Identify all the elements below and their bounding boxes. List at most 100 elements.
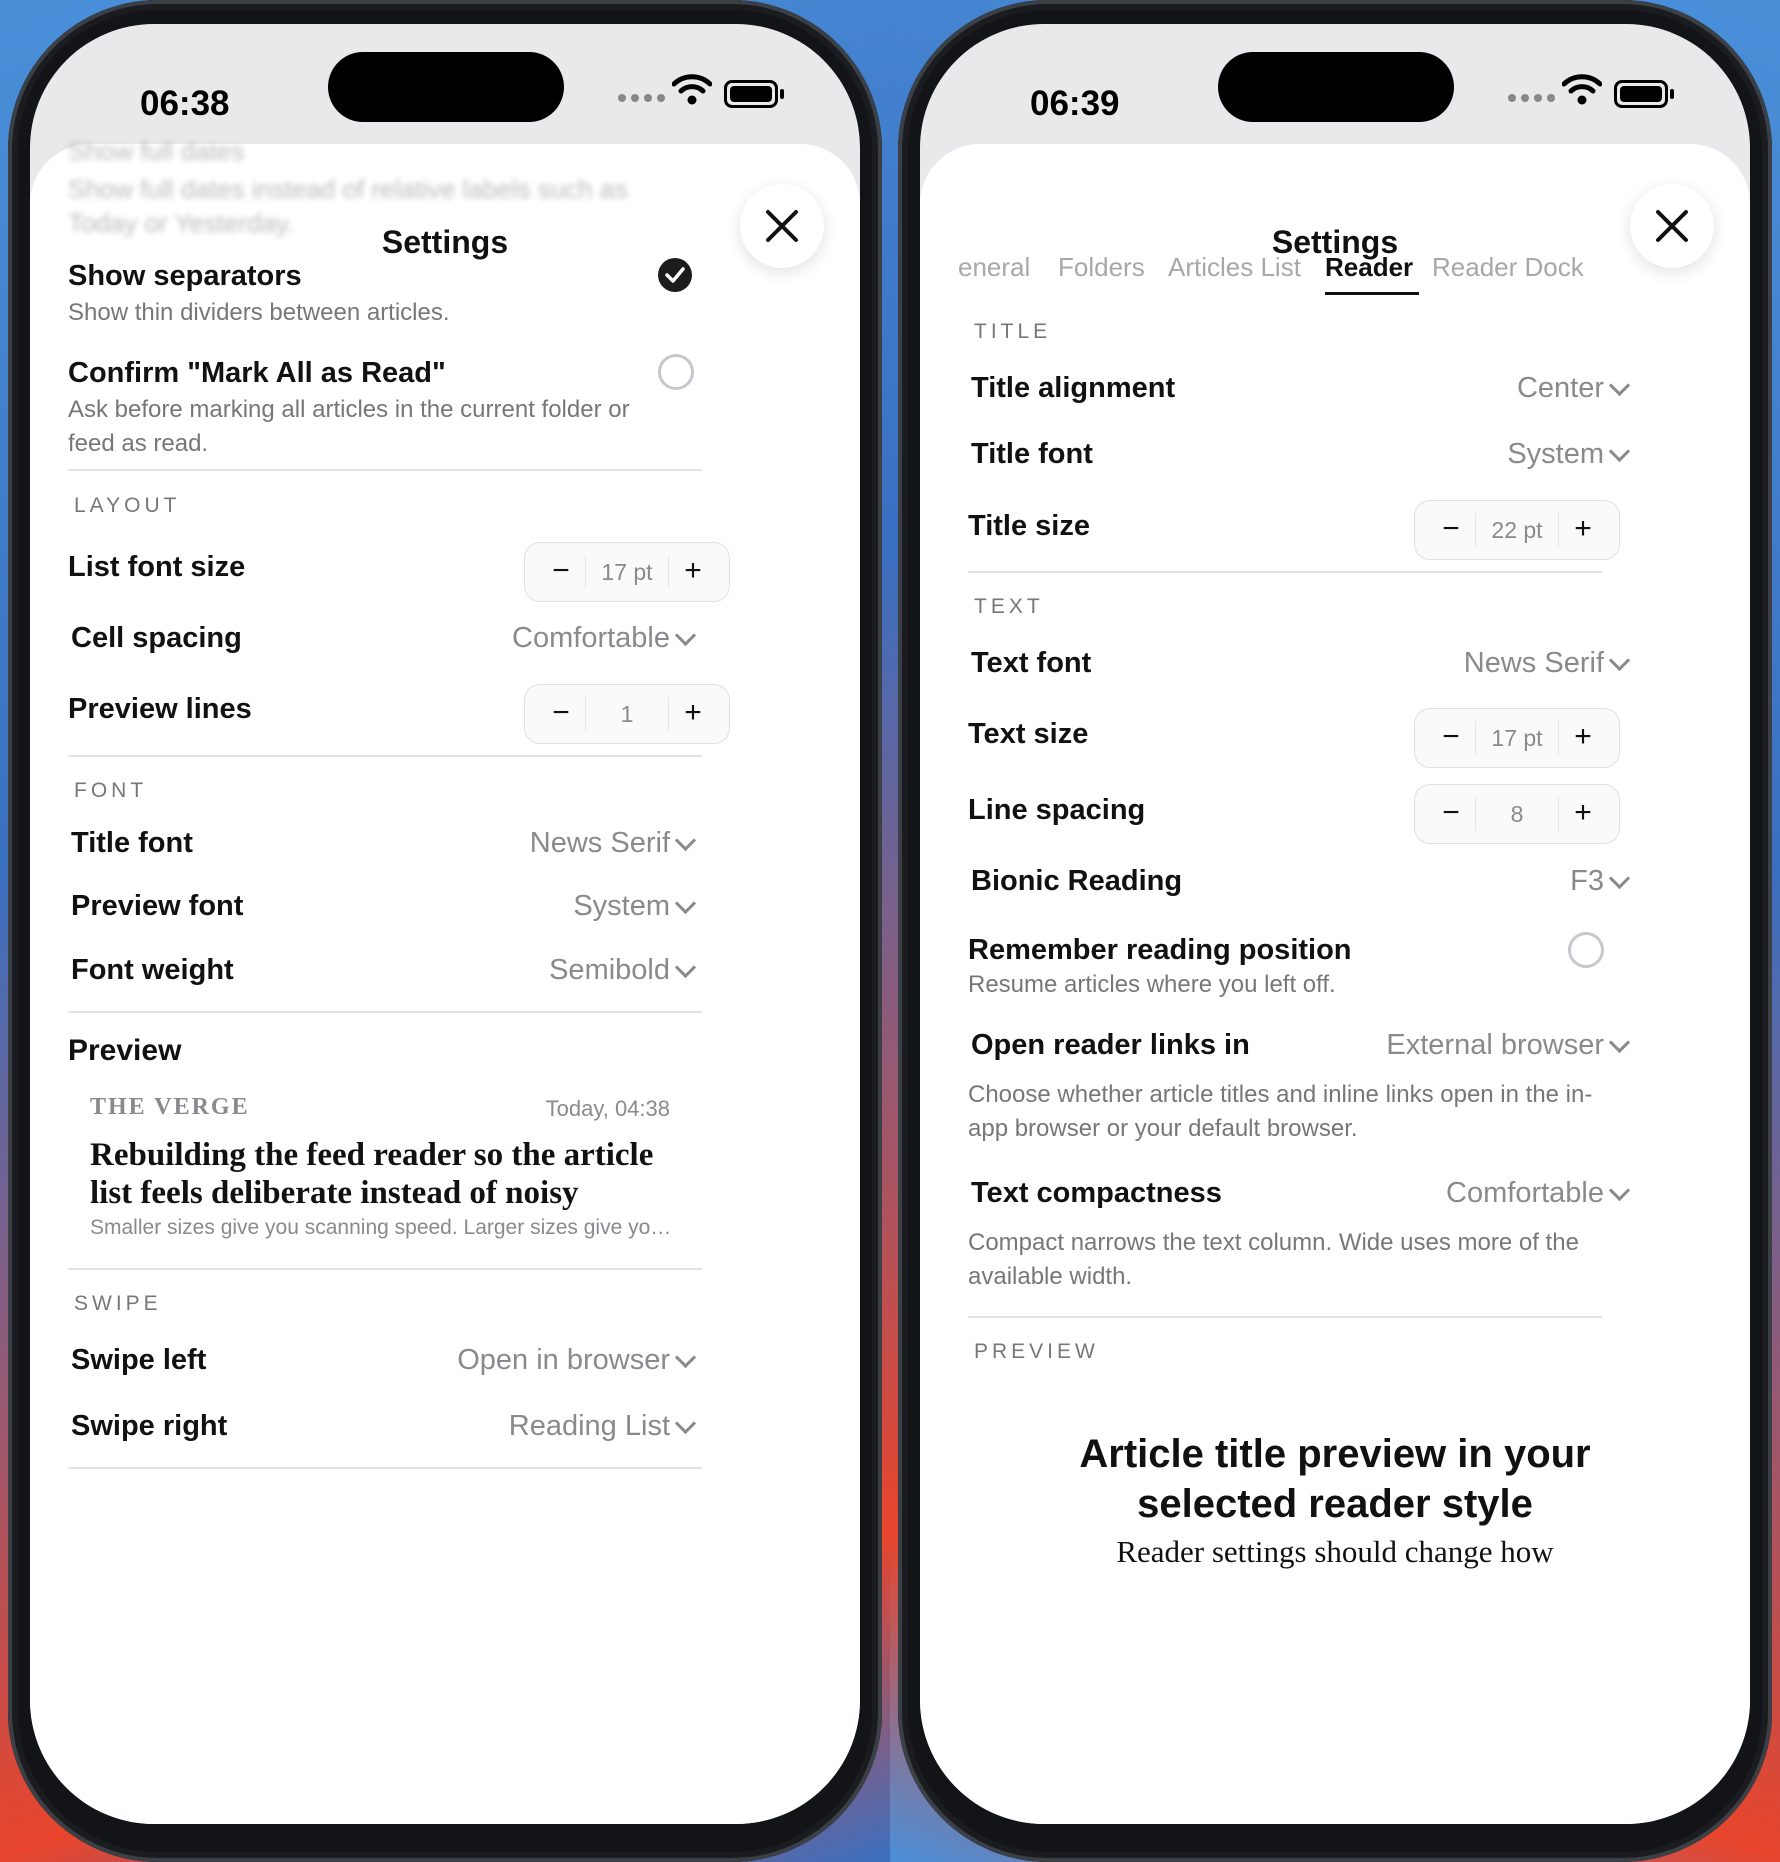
close-button[interactable] (740, 184, 824, 268)
preview-heading: Preview (68, 1034, 182, 1067)
active-tab-indicator (1325, 292, 1419, 295)
tab-reader-dock[interactable]: Reader Dock (1432, 252, 1584, 283)
chevron-down-icon (674, 624, 697, 647)
title-font-value[interactable]: System (1507, 438, 1604, 471)
battery-icon (724, 80, 784, 108)
increment-button[interactable]: + (663, 543, 723, 601)
cell-spacing-label: Cell spacing (71, 622, 242, 654)
list-font-size-stepper[interactable]: − 17 pt + (524, 542, 730, 602)
divider (68, 469, 702, 471)
preview-lines-value: 1 (585, 697, 669, 731)
title-size-value: 22 pt (1475, 513, 1559, 547)
decrement-button[interactable]: − (531, 543, 591, 601)
confirm-mark-all-label: Confirm "Mark All as Read" (68, 357, 446, 389)
font-weight-label: Font weight (71, 954, 234, 986)
preview-source: THE VERGE (90, 1094, 250, 1120)
swipe-right-label: Swipe right (71, 1410, 228, 1442)
tab-folders[interactable]: Folders (1058, 252, 1145, 283)
dynamic-island (328, 52, 564, 122)
remember-position-desc: Resume articles where you left off. (968, 971, 1336, 998)
settings-sheet: Settings eneral Folders Articles List Re… (920, 144, 1750, 1824)
chevron-down-icon (674, 1412, 697, 1435)
increment-button[interactable]: + (1553, 501, 1613, 559)
checkmark-icon (665, 267, 685, 283)
phone-screen: 06:38 Show full dates Show full dates in… (30, 24, 860, 1824)
text-font-value[interactable]: News Serif (1464, 647, 1604, 680)
chevron-down-icon (674, 829, 697, 852)
increment-button[interactable]: + (663, 685, 723, 743)
preview-article-text: Smaller sizes give you scanning speed. L… (90, 1216, 680, 1239)
preview-time: Today, 04:38 (545, 1096, 670, 1121)
section-header-text: TEXT (974, 595, 1044, 618)
status-bar: 06:39 (920, 24, 1750, 142)
remember-position-checkbox[interactable] (1568, 932, 1604, 968)
tab-general[interactable]: eneral (958, 252, 1030, 283)
decrement-button[interactable]: − (1421, 501, 1481, 559)
phone-left: 06:38 Show full dates Show full dates in… (0, 0, 890, 1862)
text-size-value: 17 pt (1475, 721, 1559, 755)
dynamic-island (1218, 52, 1454, 122)
status-time: 06:39 (1030, 84, 1120, 123)
reader-preview-title: Article title preview in your selected r… (1079, 1432, 1591, 1526)
chevron-down-icon (674, 956, 697, 979)
chevron-down-icon (674, 892, 697, 915)
font-weight-value[interactable]: Semibold (549, 954, 670, 987)
reader-preview-body: Reader settings should change how (1116, 1534, 1554, 1569)
chevron-down-icon (1608, 867, 1631, 890)
divider (968, 1316, 1602, 1318)
title-font-label: Title font (71, 827, 193, 859)
increment-button[interactable]: + (1553, 709, 1613, 767)
wifi-icon (1562, 74, 1602, 105)
chevron-down-icon (674, 1346, 697, 1369)
text-size-stepper[interactable]: − 17 pt + (1414, 708, 1620, 768)
section-header-preview: PREVIEW (974, 1340, 1099, 1363)
title-alignment-value[interactable]: Center (1517, 372, 1604, 405)
swipe-left-label: Swipe left (71, 1344, 207, 1376)
preview-article-title: Rebuilding the feed reader so the articl… (90, 1137, 654, 1211)
phone-screen: 06:39 Settings eneral Folders Articles L… (920, 24, 1750, 1824)
confirm-mark-all-checkbox[interactable] (658, 354, 694, 390)
chevron-down-icon (1608, 440, 1631, 463)
title-size-stepper[interactable]: − 22 pt + (1414, 500, 1620, 560)
cell-spacing-value[interactable]: Comfortable (512, 622, 670, 655)
decrement-button[interactable]: − (531, 685, 591, 743)
decrement-button[interactable]: − (1421, 785, 1481, 843)
title-alignment-label: Title alignment (971, 372, 1176, 404)
line-spacing-label: Line spacing (968, 794, 1146, 826)
show-separators-desc: Show thin dividers between articles. (68, 299, 450, 326)
open-links-desc: Choose whether article titles and inline… (968, 1081, 1593, 1142)
close-icon (766, 210, 798, 242)
chevron-down-icon (1608, 1179, 1631, 1202)
text-font-label: Text font (971, 647, 1092, 679)
battery-icon (1614, 80, 1674, 108)
close-icon (1656, 210, 1688, 242)
swipe-right-value[interactable]: Reading List (509, 1410, 670, 1443)
show-separators-checkbox[interactable] (658, 258, 692, 292)
bionic-reading-label: Bionic Reading (971, 865, 1183, 897)
increment-button[interactable]: + (1553, 785, 1613, 843)
swipe-left-value[interactable]: Open in browser (457, 1344, 670, 1377)
chevron-down-icon (1608, 1031, 1631, 1054)
remember-position-label: Remember reading position (968, 934, 1352, 966)
line-spacing-stepper[interactable]: − 8 + (1414, 784, 1620, 844)
open-links-label: Open reader links in (971, 1029, 1250, 1061)
chevron-down-icon (1608, 374, 1631, 397)
divider (68, 1467, 702, 1469)
title-size-label: Title size (968, 510, 1090, 542)
open-links-value[interactable]: External browser (1386, 1029, 1604, 1062)
tab-reader[interactable]: Reader (1325, 252, 1413, 283)
phone-right: 06:39 Settings eneral Folders Articles L… (890, 0, 1780, 1862)
bionic-reading-value[interactable]: F3 (1570, 865, 1604, 898)
tab-articles-list[interactable]: Articles List (1168, 252, 1301, 283)
title-font-value[interactable]: News Serif (530, 827, 670, 860)
decrement-button[interactable]: − (1421, 709, 1481, 767)
show-separators-label: Show separators (68, 260, 302, 292)
faded-row-label: Show full dates (68, 136, 245, 166)
divider (68, 1011, 702, 1013)
settings-sheet: Show full dates Show full dates instead … (30, 136, 860, 1824)
text-compactness-value[interactable]: Comfortable (1446, 1177, 1604, 1210)
section-header-layout: LAYOUT (74, 494, 181, 517)
status-bar: 06:38 (30, 24, 860, 142)
preview-lines-stepper[interactable]: − 1 + (524, 684, 730, 744)
preview-font-value[interactable]: System (573, 890, 670, 923)
